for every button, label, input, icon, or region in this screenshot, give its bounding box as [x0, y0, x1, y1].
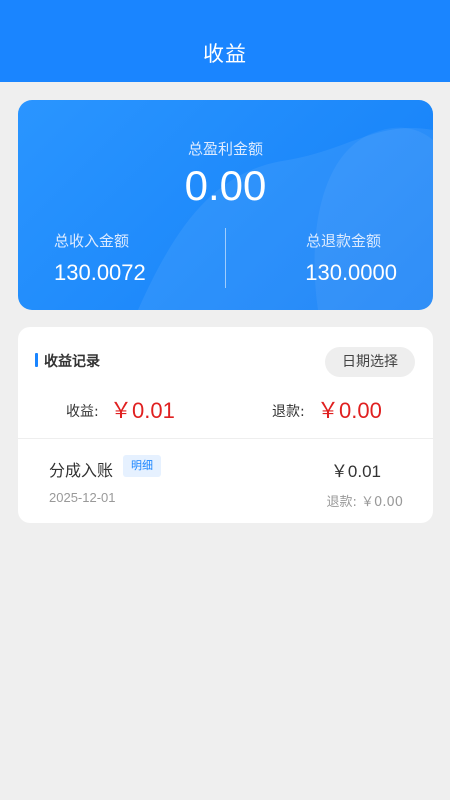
section-accent-bar — [35, 353, 38, 367]
total-refund-label: 总退款金额 — [305, 232, 381, 250]
earnings-records-card: 收益记录 日期选择 收益: ￥0.01 退款: ￥0.00 分成入账 明细 20… — [18, 327, 433, 523]
record-date: 2025-12-01 — [49, 490, 116, 505]
total-profit-label: 总盈利金额 — [187, 140, 263, 158]
record-title: 分成入账 — [49, 461, 114, 480]
top-header: 收益 — [0, 0, 450, 82]
period-income-value: ￥0.01 — [110, 398, 175, 423]
record-amount: ￥0.01 — [330, 462, 381, 481]
summary-divider — [225, 228, 226, 288]
earnings-summary-card: 总盈利金额 0.00 总收入金额 130.0072 总退款金额 130.0000 — [18, 100, 433, 310]
total-income-value: 130.0072 — [54, 260, 146, 285]
record-refund: 退款: ￥0.00 — [326, 495, 403, 510]
total-income-label: 总收入金额 — [54, 232, 130, 250]
date-select-button[interactable]: 日期选择 — [325, 347, 415, 377]
period-refund-value: ￥0.00 — [317, 398, 382, 423]
records-section-title: 收益记录 — [44, 354, 100, 370]
period-income-label: 收益: — [66, 404, 99, 420]
page-title: 收益 — [203, 42, 247, 66]
detail-badge[interactable]: 明细 — [123, 455, 161, 477]
total-refund-value: 130.0000 — [305, 260, 397, 285]
period-refund-label: 退款: — [272, 404, 305, 420]
row-divider — [18, 438, 433, 439]
total-profit-value: 0.00 — [184, 162, 267, 209]
